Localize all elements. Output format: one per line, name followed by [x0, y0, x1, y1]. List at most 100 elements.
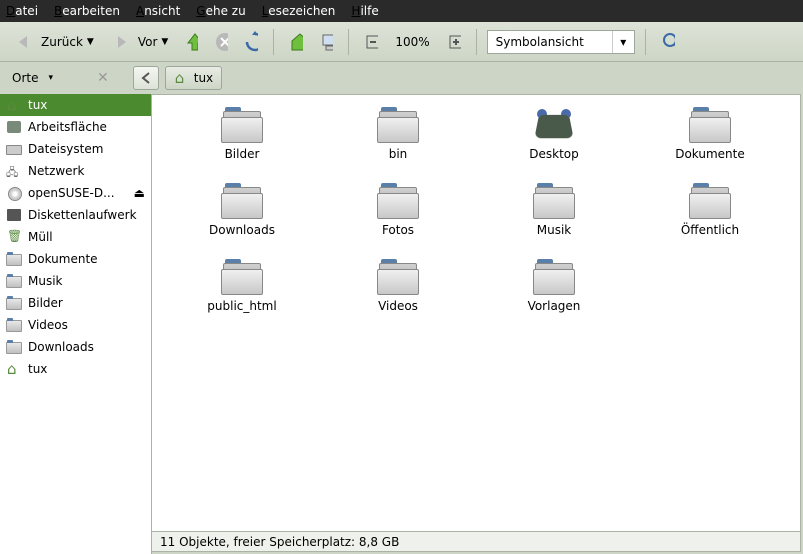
drive-icon	[6, 142, 22, 156]
status-text: 11 Objekte, freier Speicherplatz: 8,8 GB	[160, 535, 399, 549]
sidebar-item-netzwerk[interactable]: Netzwerk	[0, 160, 151, 182]
file-label: Downloads	[209, 223, 275, 237]
sidebar-item-label: Netzwerk	[28, 164, 84, 178]
icon-view[interactable]: Bilder bin Desktop Dokumente Downloads Fotos M…	[152, 95, 800, 531]
file-item-videos[interactable]: Videos	[320, 259, 476, 335]
stop-button[interactable]	[209, 30, 233, 54]
sidebar-item-label: Dokumente	[28, 252, 98, 266]
file-item-vorlagen[interactable]: Vorlagen	[476, 259, 632, 335]
chevron-down-icon[interactable]: ▾	[48, 73, 53, 83]
folder-icon	[6, 296, 22, 310]
menubar: Datei Bearbeiten Ansicht Gehe zu Lesezei…	[0, 0, 803, 22]
home-icon	[6, 362, 22, 376]
folder-icon	[6, 318, 22, 332]
view-mode-select[interactable]: Symbolansicht ▾	[487, 30, 635, 54]
file-item-dokumente[interactable]: Dokumente	[632, 107, 788, 183]
separator	[348, 29, 349, 55]
trash-icon	[6, 230, 22, 244]
sidebar-item-bilder[interactable]: Bilder	[0, 292, 151, 314]
file-item-bin[interactable]: bin	[320, 107, 476, 183]
folder-icon	[6, 274, 22, 288]
menu-datei[interactable]: Datei	[6, 4, 38, 18]
net-icon	[6, 164, 22, 178]
sidebar-item-label: openSUSE-D...	[28, 186, 115, 200]
sidebar-item-diskettenlaufwerk[interactable]: Diskettenlaufwerk	[0, 204, 151, 226]
sidebar-item-label: Dateisystem	[28, 142, 103, 156]
cd-icon	[6, 186, 22, 200]
menu-ansicht[interactable]: Ansicht	[136, 4, 180, 18]
separator	[273, 29, 274, 55]
sidebar-item-label: Bilder	[28, 296, 63, 310]
menu-lesezeichen[interactable]: Lesezeichen	[262, 4, 336, 18]
sidebar-item-label: Diskettenlaufwerk	[28, 208, 137, 222]
file-item-musik[interactable]: Musik	[476, 183, 632, 259]
zoom-out-button[interactable]	[359, 30, 383, 54]
folder-icon	[221, 183, 263, 219]
sidebar-item-tux[interactable]: tux	[0, 94, 151, 116]
separator	[645, 29, 646, 55]
sidebar-item-videos[interactable]: Videos	[0, 314, 151, 336]
back-button[interactable]: Zurück ▼	[8, 27, 99, 57]
home-button[interactable]	[284, 30, 308, 54]
forward-button[interactable]: Vor ▼	[105, 27, 173, 57]
sidebar-item-label: Müll	[28, 230, 53, 244]
file-item-fotos[interactable]: Fotos	[320, 183, 476, 259]
folder-icon	[221, 107, 263, 143]
desktop-icon	[6, 120, 22, 134]
file-item-downloads[interactable]: Downloads	[164, 183, 320, 259]
status-bar: 11 Objekte, freier Speicherplatz: 8,8 GB	[152, 531, 800, 551]
folder-icon	[377, 259, 419, 295]
menu-hilfe[interactable]: Hilfe	[351, 4, 378, 18]
separator	[476, 29, 477, 55]
file-label: bin	[389, 147, 408, 161]
file-label: Bilder	[225, 147, 260, 161]
file-item-desktop[interactable]: Desktop	[476, 107, 632, 183]
file-label: Fotos	[382, 223, 414, 237]
file-item-public_html[interactable]: public_html	[164, 259, 320, 335]
sidebar-item-dokumente[interactable]: Dokumente	[0, 248, 151, 270]
menu-bearbeiten[interactable]: Bearbeiten	[54, 4, 120, 18]
file-label: Dokumente	[675, 147, 745, 161]
desktop-icon	[533, 107, 575, 143]
folder-icon	[377, 183, 419, 219]
close-panel-button[interactable]: ✕	[97, 70, 109, 86]
path-segment-tux[interactable]: tux	[165, 66, 222, 90]
file-label: public_html	[207, 299, 276, 313]
floppy-icon	[6, 208, 22, 222]
path-label: tux	[194, 71, 213, 85]
file-label: Desktop	[529, 147, 579, 161]
file-label: Videos	[378, 299, 418, 313]
sidebar-item-label: Downloads	[28, 340, 94, 354]
sidebar-item-müll[interactable]: Müll	[0, 226, 151, 248]
zoom-in-button[interactable]	[442, 30, 466, 54]
chevron-down-icon: ▼	[161, 37, 168, 47]
sidebar-item-arbeitsfläche[interactable]: Arbeitsfläche	[0, 116, 151, 138]
file-item-bilder[interactable]: Bilder	[164, 107, 320, 183]
sidebar-item-musik[interactable]: Musik	[0, 270, 151, 292]
folder-icon	[6, 340, 22, 354]
folder-icon	[533, 183, 575, 219]
up-button[interactable]	[179, 30, 203, 54]
file-label: Musik	[537, 223, 572, 237]
menu-gehezu[interactable]: Gehe zu	[196, 4, 245, 18]
reload-button[interactable]	[239, 30, 263, 54]
panel-label: Orte ▾	[8, 71, 91, 85]
sidebar-item-dateisystem[interactable]: Dateisystem	[0, 138, 151, 160]
computer-button[interactable]	[314, 30, 338, 54]
location-bar: Orte ▾ ✕ tux	[0, 62, 803, 94]
sidebar-item-opensuse-d...[interactable]: openSUSE-D... ⏏	[0, 182, 151, 204]
folder-icon	[377, 107, 419, 143]
file-item-öffentlich[interactable]: Öffentlich	[632, 183, 788, 259]
eject-icon[interactable]: ⏏	[134, 186, 145, 200]
home-icon	[6, 98, 22, 112]
folder-icon	[689, 107, 731, 143]
places-label: Orte	[12, 71, 38, 85]
sidebar-item-label: tux	[28, 98, 47, 112]
path-back-button[interactable]	[133, 66, 159, 90]
zoom-level: 100%	[389, 35, 435, 49]
search-button[interactable]	[656, 30, 680, 54]
sidebar-item-downloads[interactable]: Downloads	[0, 336, 151, 358]
main-area: Bilder bin Desktop Dokumente Downloads Fotos M…	[152, 94, 801, 552]
sidebar-item-tux[interactable]: tux	[0, 358, 151, 380]
arrow-right-icon	[110, 30, 134, 54]
